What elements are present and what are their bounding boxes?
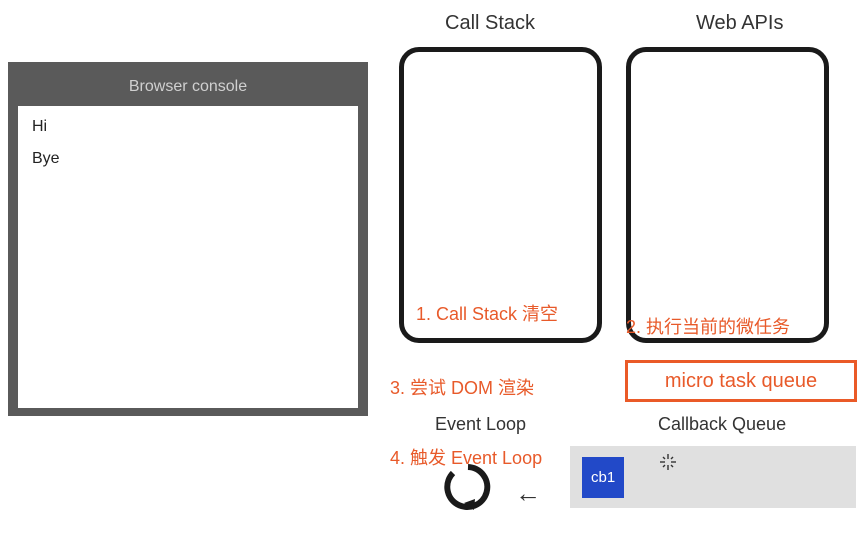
microtask-queue-label: micro task queue	[665, 370, 817, 393]
callbackqueue-label: Callback Queue	[658, 414, 786, 435]
console-line: Bye	[32, 150, 344, 168]
callstack-box	[399, 47, 602, 343]
console-body: Hi Bye	[18, 106, 358, 408]
console-header: Browser console	[18, 72, 358, 106]
console-line: Hi	[32, 118, 344, 136]
webapis-box	[626, 47, 829, 343]
eventloop-label: Event Loop	[435, 414, 526, 435]
microtask-queue-box: micro task queue	[625, 360, 857, 402]
annotation-step2: 2. 执行当前的微任务	[626, 313, 790, 339]
callstack-label: Call Stack	[445, 12, 535, 35]
arrow-left-icon: ←	[515, 478, 541, 509]
annotation-step3: 3. 尝试 DOM 渲染	[390, 374, 534, 400]
callback-queue-box: cb1	[570, 446, 856, 508]
annotation-step1: 1. Call Stack 清空	[416, 300, 558, 326]
browser-console-panel: Browser console Hi Bye	[8, 62, 368, 416]
loop-icon	[440, 459, 496, 515]
webapis-label: Web APIs	[696, 12, 783, 35]
callback-item: cb1	[582, 457, 624, 498]
